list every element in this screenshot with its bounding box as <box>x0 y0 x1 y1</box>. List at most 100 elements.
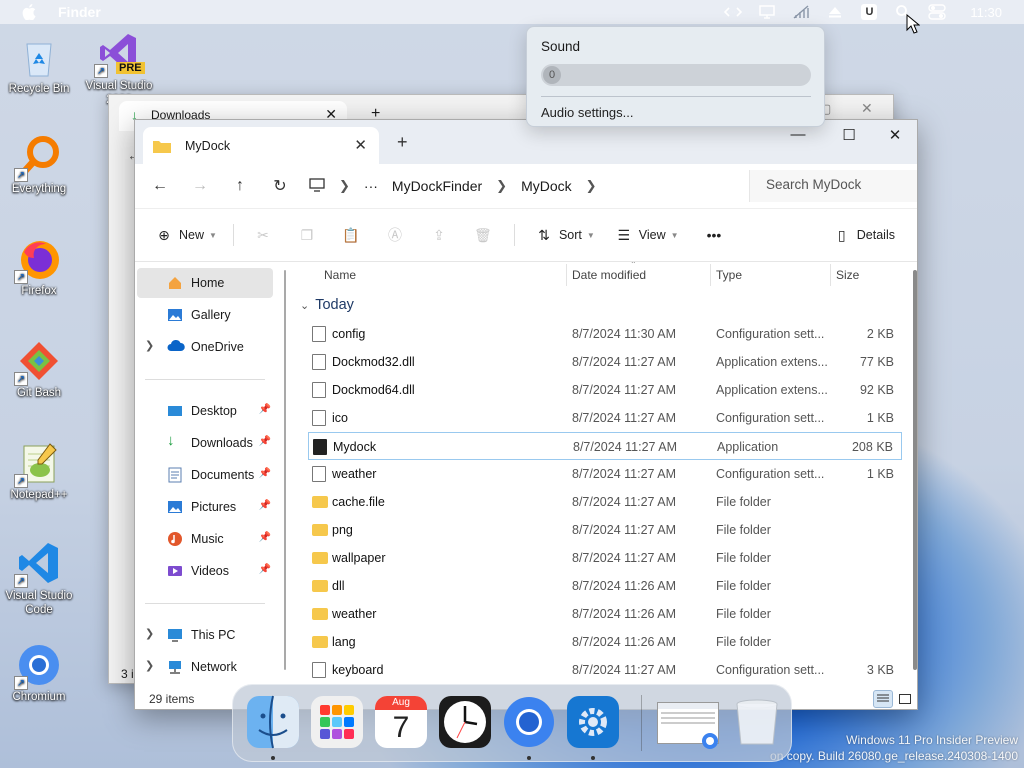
table-row[interactable]: Mydock 8/7/2024 11:27 AM Application 208 KB <box>308 432 902 460</box>
more-locations-icon[interactable]: ··· <box>364 178 378 194</box>
pin-icon[interactable]: 📌 <box>259 532 271 543</box>
sidebar-item-home[interactable]: Home <box>137 268 273 298</box>
sidebar-scrollbar[interactable] <box>282 262 288 687</box>
copy-button[interactable]: ❐ <box>298 226 322 244</box>
desktop-icon-chromium[interactable]: ↗ Chromium <box>0 642 84 703</box>
column-header-date[interactable]: Date modified <box>572 268 646 282</box>
sidebar-item-gallery[interactable]: Gallery <box>137 300 273 330</box>
vertical-scrollbar[interactable] <box>913 270 917 670</box>
breadcrumb-item[interactable]: MyDock <box>521 178 572 194</box>
table-row[interactable]: ico 8/7/2024 11:27 AM Configuration sett..… <box>308 404 902 432</box>
paste-button[interactable]: 📋 <box>342 226 366 244</box>
more-options-button[interactable]: ••• <box>707 227 722 243</box>
sidebar-item-desktop[interactable]: Desktop 📌 <box>137 396 273 426</box>
group-header-today[interactable]: ⌄ Today <box>300 297 354 313</box>
desktop-icon-notepad-plus-plus[interactable]: ↗ Notepad++ <box>0 440 84 501</box>
dock-item-chromium[interactable] <box>501 694 557 750</box>
cut-button[interactable]: ✂ <box>254 226 278 244</box>
breadcrumb[interactable]: ❯ ··· MyDockFinder ❯ MyDock ❯ <box>309 177 611 195</box>
new-button[interactable]: ⊕ New ▼ <box>155 226 217 244</box>
sidebar-item-documents[interactable]: Documents 📌 <box>137 460 273 490</box>
maximize-icon[interactable]: ☐ <box>826 126 872 152</box>
pin-icon[interactable]: 📌 <box>259 468 271 479</box>
pin-icon[interactable]: 📌 <box>259 500 271 511</box>
sidebar-item-videos[interactable]: Videos 📌 <box>137 556 273 586</box>
volume-knob[interactable]: 0 <box>543 66 561 84</box>
delete-button[interactable]: 🗑 <box>474 226 498 244</box>
network-off-icon[interactable] <box>790 3 812 21</box>
table-row[interactable]: config 8/7/2024 11:30 AM Configuration set… <box>308 320 902 348</box>
table-row[interactable]: keyboard 8/7/2024 11:27 AM Configuration s… <box>308 656 902 684</box>
code-icon[interactable] <box>722 3 744 21</box>
monitor-icon[interactable] <box>756 3 778 21</box>
close-icon[interactable]: ✕ <box>861 100 873 117</box>
chevron-right-icon[interactable]: ❯ <box>145 627 154 640</box>
menubar-clock[interactable]: 11:30 <box>970 5 1002 20</box>
dock-item-launchpad[interactable] <box>309 694 365 750</box>
active-app-name[interactable]: Finder <box>58 4 101 20</box>
search-input[interactable]: Search MyDock <box>749 170 917 202</box>
back-icon[interactable]: ← <box>145 171 175 201</box>
table-row[interactable]: png 8/7/2024 11:27 AM File folder <box>308 516 902 544</box>
chevron-right-icon[interactable]: ❯ <box>586 178 597 194</box>
column-divider[interactable] <box>830 264 831 286</box>
desktop-icon-git-bash[interactable]: ↗ Git Bash <box>0 338 84 399</box>
sidebar-item-downloads[interactable]: ↓ Downloads 📌 <box>137 428 273 458</box>
pin-icon[interactable]: 📌 <box>259 404 271 415</box>
apple-logo-icon[interactable] <box>22 4 36 20</box>
eject-icon[interactable] <box>824 3 846 21</box>
new-tab-icon[interactable]: + <box>397 132 408 153</box>
column-header-type[interactable]: Type <box>716 268 742 282</box>
column-divider[interactable] <box>566 264 567 286</box>
share-button[interactable]: ⇪ <box>430 226 454 244</box>
table-row[interactable]: wallpaper 8/7/2024 11:27 AM File folder <box>308 544 902 572</box>
sidebar-item-onedrive[interactable]: ❯ OneDrive <box>137 332 273 362</box>
explorer-window[interactable]: MyDock ✕ + — ☐ ✕ ← → ↑ ↻ ❯ ··· MyDockFin… <box>134 119 918 710</box>
column-header-size[interactable]: Size <box>836 268 859 282</box>
close-tab-icon[interactable]: ✕ <box>354 136 367 154</box>
this-pc-icon[interactable] <box>309 177 325 195</box>
table-row[interactable]: Dockmod64.dll 8/7/2024 11:27 AM Applicatio… <box>308 376 902 404</box>
volume-slider[interactable]: 0 <box>541 64 811 86</box>
forward-icon[interactable]: → <box>185 171 215 201</box>
u-app-icon[interactable]: U <box>858 3 880 21</box>
details-view-icon[interactable] <box>873 690 893 708</box>
desktop-icon-firefox[interactable]: ↗ Firefox <box>0 236 84 297</box>
chevron-right-icon[interactable]: ❯ <box>339 178 350 194</box>
audio-settings-link[interactable]: Audio settings... <box>541 105 634 120</box>
table-row[interactable]: dll 8/7/2024 11:26 AM File folder <box>308 572 902 600</box>
table-row[interactable]: weather 8/7/2024 11:26 AM File folder <box>308 600 902 628</box>
table-row[interactable]: lang 8/7/2024 11:26 AM File folder <box>308 628 902 656</box>
tab-mydock[interactable]: MyDock ✕ <box>143 127 379 164</box>
table-row[interactable]: weather 8/7/2024 11:27 AM Configuration se… <box>308 460 902 488</box>
details-pane-button[interactable]: ▯ Details <box>833 226 895 244</box>
table-row[interactable]: cache.file 8/7/2024 11:27 AM File folder <box>308 488 902 516</box>
sort-button[interactable]: ⇅ Sort ▼ <box>535 226 595 244</box>
refresh-icon[interactable]: ↻ <box>265 171 295 201</box>
sidebar-item-music[interactable]: Music 📌 <box>137 524 273 554</box>
up-icon[interactable]: ↑ <box>225 171 255 201</box>
desktop-icon-vscode[interactable]: ↗ Visual Studio Code <box>0 540 84 617</box>
breadcrumb-item[interactable]: MyDockFinder <box>392 178 482 194</box>
desktop-icon-recycle-bin[interactable]: Recycle Bin <box>0 34 84 95</box>
minimize-icon[interactable]: — <box>775 126 821 152</box>
chevron-right-icon[interactable]: ❯ <box>145 659 154 672</box>
pin-icon[interactable]: 📌 <box>259 436 271 447</box>
tiles-view-icon[interactable] <box>895 690 915 708</box>
dock-item-settings[interactable] <box>565 694 621 750</box>
view-button[interactable]: ☰ View ▼ <box>615 226 679 244</box>
sidebar-item-pictures[interactable]: Pictures 📌 <box>137 492 273 522</box>
rename-button[interactable]: Ⓐ <box>386 226 410 244</box>
chevron-right-icon[interactable]: ❯ <box>496 178 507 194</box>
sidebar-item-network[interactable]: ❯ Network <box>137 652 273 682</box>
close-window-icon[interactable]: ✕ <box>872 126 918 152</box>
table-row[interactable]: Dockmod32.dll 8/7/2024 11:27 AM Applicatio… <box>308 348 902 376</box>
column-divider[interactable] <box>710 264 711 286</box>
dock-item-finder[interactable] <box>245 694 301 750</box>
desktop-icon-everything[interactable]: ↗ Everything <box>0 134 84 195</box>
column-header-name[interactable]: Name <box>324 268 356 282</box>
dock-item-trash[interactable] <box>729 694 785 750</box>
control-center-icon[interactable] <box>926 3 948 21</box>
dock-item-window-thumbnail[interactable] <box>657 694 719 750</box>
dock-item-clock[interactable] <box>437 694 493 750</box>
